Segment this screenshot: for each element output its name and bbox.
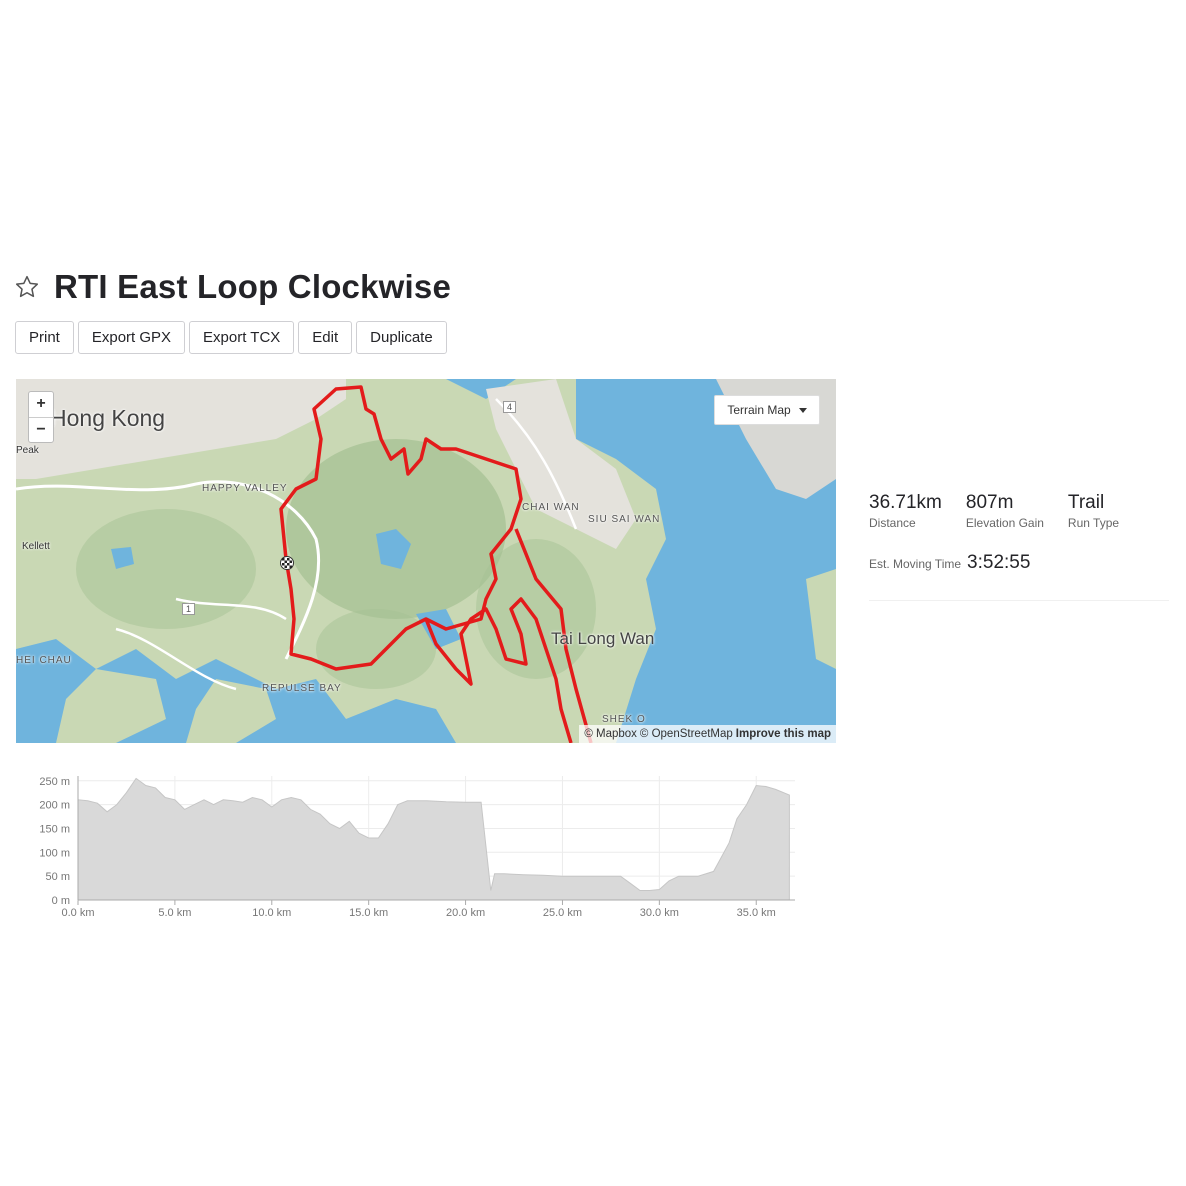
route-stats: 36.71km Distance 807m Elevation Gain Tra… — [869, 492, 1169, 574]
export-gpx-button[interactable]: Export GPX — [77, 321, 186, 354]
map-label-happy-valley: HAPPY VALLEY — [202, 483, 288, 494]
map-label-siu-sai-wan: SIU SAI WAN — [588, 514, 661, 525]
stats-divider — [869, 600, 1169, 601]
map-terrain — [16, 379, 836, 743]
title-row: RTI East Loop Clockwise — [14, 268, 451, 306]
map-label-kellett: Kellett — [22, 541, 50, 552]
moving-time-label: Est. Moving Time — [869, 557, 962, 571]
map-label-hong-kong: Hong Kong — [50, 405, 166, 431]
x-tick-label: 30.0 km — [640, 907, 679, 919]
improve-map-link[interactable]: Improve this map — [736, 728, 831, 740]
y-tick-label: 100 m — [39, 847, 70, 859]
page-title: RTI East Loop Clockwise — [54, 268, 452, 305]
map-label-hei-chau: HEI CHAU — [16, 655, 72, 666]
x-tick-label: 0.0 km — [61, 907, 94, 919]
distance-label: Distance — [869, 516, 916, 530]
elevation-profile-chart[interactable]: 0 m 50 m 100 m 150 m 200 m 250 m 0.0 km 5.0 km 1… — [20, 768, 810, 928]
y-tick-label: 250 m — [39, 776, 70, 788]
x-tick-label: 35.0 km — [737, 907, 776, 919]
elevation-gain-value: 807m — [965, 492, 1014, 513]
run-type-label: Run Type — [1067, 516, 1120, 530]
map-style-label: Terrain Map — [727, 403, 791, 417]
y-tick-label: 150 m — [39, 823, 70, 835]
map-label-repulse-bay: REPULSE BAY — [262, 683, 342, 694]
zoom-out-button[interactable]: − — [29, 416, 53, 443]
attribution-osm[interactable]: © OpenStreetMap — [640, 728, 733, 740]
y-tick-label: 200 m — [39, 800, 70, 812]
action-toolbar: Print Export GPX Export TCX Edit Duplica… — [15, 321, 447, 354]
map-label-shek-o: SHEK O — [602, 714, 646, 725]
moving-time-value: 3:52:55 — [967, 552, 1031, 573]
map-style-select[interactable]: Terrain Map — [714, 395, 820, 425]
y-tick-label: 50 m — [46, 871, 70, 883]
run-type-value: Trail — [1067, 492, 1105, 513]
map-label-tai-long-wan: Tai Long Wan — [551, 629, 655, 648]
start-flag-icon[interactable] — [280, 556, 294, 570]
attribution-mapbox[interactable]: © Mapbox — [584, 728, 637, 740]
export-tcx-button[interactable]: Export TCX — [189, 321, 295, 354]
edit-button[interactable]: Edit — [298, 321, 353, 354]
stat-run-type: Trail Run Type — [1068, 492, 1119, 530]
elevation-gain-label: Elevation Gain — [965, 516, 1044, 530]
x-tick-label: 20.0 km — [446, 907, 485, 919]
road-shield-1: 1 — [182, 603, 196, 615]
print-button[interactable]: Print — [15, 321, 74, 354]
x-tick-label: 5.0 km — [158, 907, 191, 919]
zoom-control: + − — [28, 391, 54, 443]
distance-value: 36.71km — [869, 492, 942, 513]
road-shield-4: 4 — [503, 401, 517, 413]
stat-moving-time: Est. Moving Time 3:52:55 — [869, 552, 1169, 574]
elevation-area — [77, 777, 790, 901]
star-icon[interactable] — [14, 274, 40, 300]
map-label-chai-wan: CHAI WAN — [522, 502, 580, 513]
x-tick-label: 25.0 km — [543, 907, 582, 919]
stat-distance: 36.71km Distance — [869, 492, 942, 530]
y-tick-label: 0 m — [52, 895, 70, 907]
stat-elevation-gain: 807m Elevation Gain — [966, 492, 1044, 530]
route-map[interactable]: Hong Kong Peak Kellett HAPPY VALLEY CHAI… — [16, 379, 836, 743]
map-attribution: © Mapbox © OpenStreetMap Improve this ma… — [579, 725, 836, 743]
zoom-in-button[interactable]: + — [29, 392, 53, 417]
caret-down-icon — [798, 407, 807, 413]
x-tick-label: 10.0 km — [252, 907, 291, 919]
duplicate-button[interactable]: Duplicate — [356, 321, 447, 354]
map-label-peak: Peak — [16, 445, 39, 456]
x-tick-label: 15.0 km — [349, 907, 388, 919]
